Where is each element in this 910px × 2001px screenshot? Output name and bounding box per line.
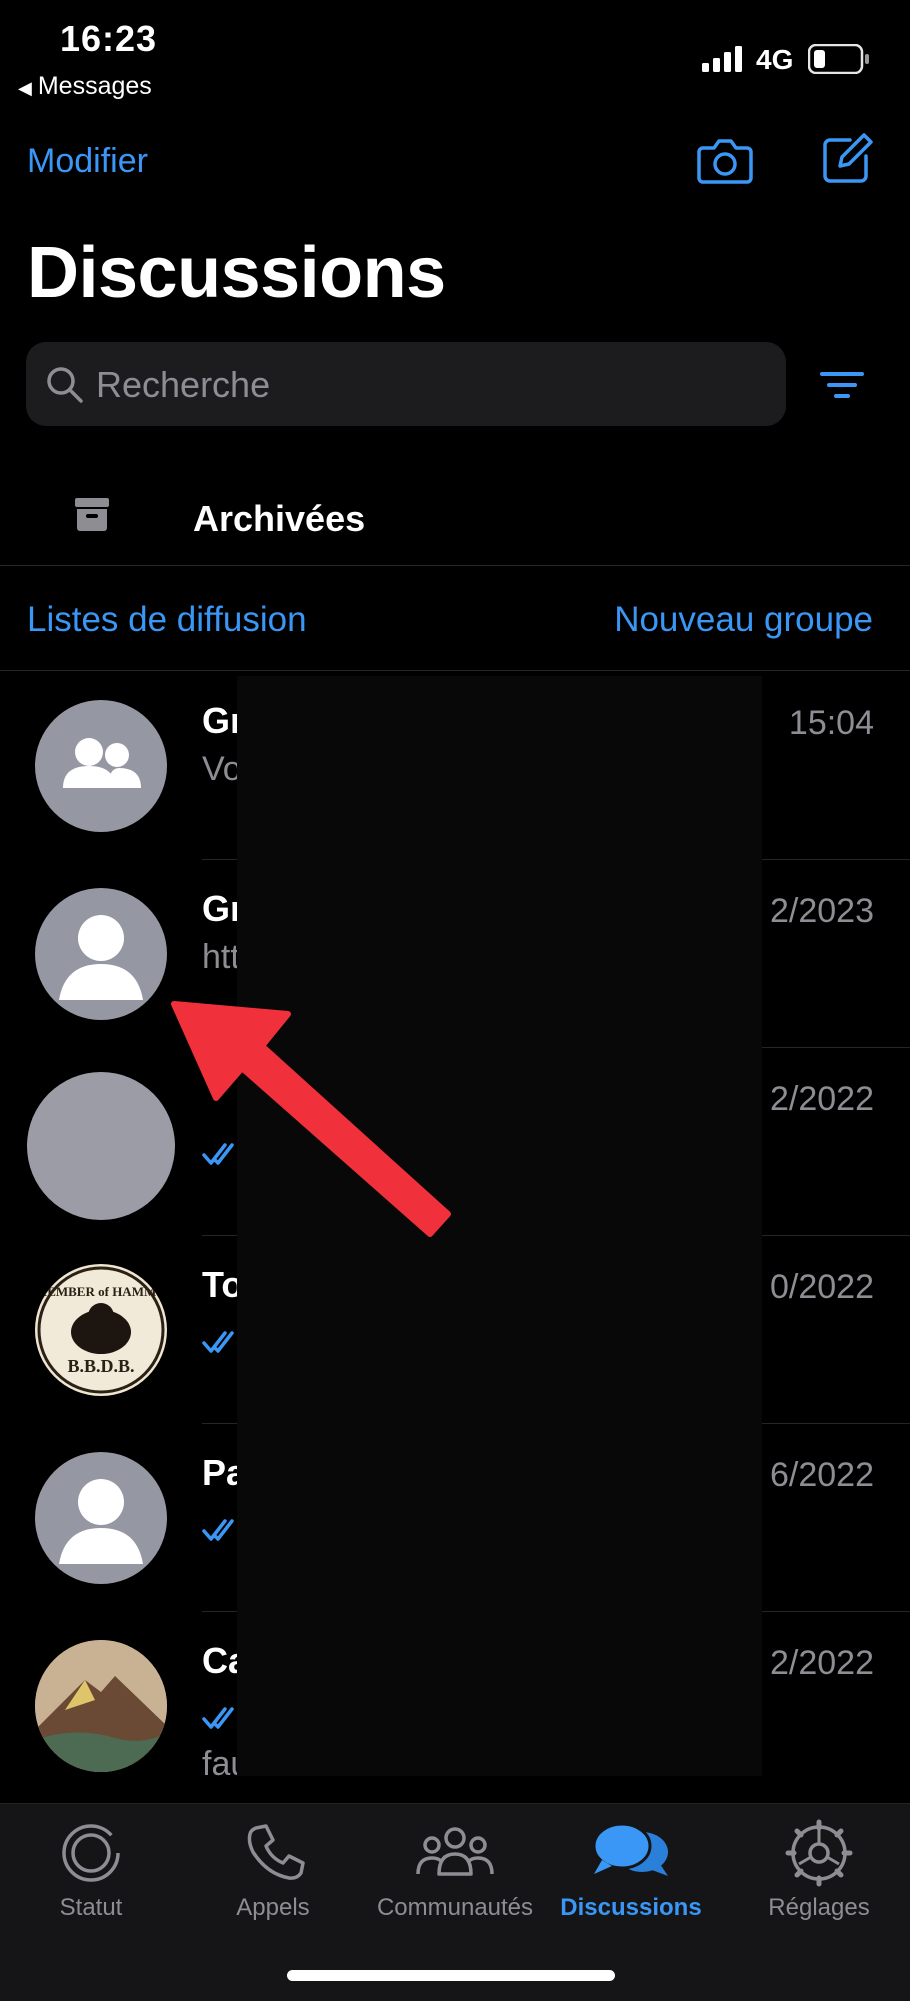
bbdb-badge-image: MEMBER of HAMM'S B.B.D.B.	[35, 1264, 167, 1396]
search-input[interactable]	[94, 358, 758, 412]
signal-icon	[702, 46, 742, 72]
landscape-image	[35, 1640, 167, 1772]
group-avatar-icon	[35, 700, 167, 832]
search-icon	[47, 367, 83, 403]
edit-button[interactable]: Modifier	[27, 142, 148, 181]
tab-communities[interactable]: Communautés	[364, 1818, 546, 1922]
tab-calls-label: Appels	[236, 1894, 310, 1921]
page-title: Discussions	[27, 233, 446, 313]
filter-icon[interactable]	[820, 370, 864, 400]
archived-label: Archivées	[193, 498, 366, 539]
status-time: 16:23	[60, 18, 158, 59]
tab-communities-label: Communautés	[376, 1894, 534, 1921]
tab-settings-label: Réglages	[768, 1894, 870, 1921]
battery-icon	[808, 44, 869, 74]
chat-preview: Vo	[202, 750, 242, 788]
chat-time: 0/2022	[770, 1268, 874, 1306]
chat-time: 15:04	[788, 704, 874, 742]
compose-icon[interactable]	[820, 130, 876, 186]
chat-time: 2/2023	[770, 892, 874, 930]
read-ticks-icon	[202, 1519, 234, 1541]
red-arrow-annotation	[171, 1001, 451, 1237]
home-indicator[interactable]	[287, 1970, 615, 1981]
chats-icon	[592, 1822, 668, 1876]
back-app-label: Messages	[37, 72, 152, 100]
archived-row[interactable]: Archivées	[0, 470, 910, 565]
network-type: 4G	[756, 44, 794, 75]
tab-calls[interactable]: Appels	[182, 1818, 364, 1922]
svg-text:B.B.D.B.: B.B.D.B.	[67, 1356, 134, 1376]
blank-avatar	[27, 1072, 175, 1220]
chat-time: 6/2022	[770, 1456, 874, 1494]
archive-box-icon	[75, 498, 109, 531]
divider	[0, 670, 910, 671]
broadcast-lists-link[interactable]: Listes de diffusion	[27, 600, 307, 640]
tab-status[interactable]: Statut	[0, 1818, 182, 1922]
back-to-app-link[interactable]: ◀ Messages	[18, 72, 152, 101]
back-triangle-icon: ◀	[18, 78, 32, 98]
tab-status-label: Statut	[59, 1894, 123, 1921]
settings-icon	[785, 1819, 853, 1887]
person-avatar-icon	[35, 888, 167, 1020]
search-bar[interactable]	[26, 342, 786, 426]
read-ticks-icon	[202, 1331, 234, 1353]
chat-time: 2/2022	[770, 1080, 874, 1118]
camera-icon[interactable]	[697, 134, 753, 186]
chat-time: 2/2022	[770, 1644, 874, 1682]
person-avatar-icon	[35, 1452, 167, 1584]
tab-chats-label: Discussions	[560, 1894, 702, 1921]
chat-preview: htt	[202, 938, 240, 976]
read-ticks-icon	[202, 1707, 234, 1729]
tab-settings[interactable]: Réglages	[728, 1818, 910, 1922]
divider	[0, 565, 910, 566]
phone-icon	[247, 1824, 305, 1880]
svg-text:MEMBER of HAMM'S: MEMBER of HAMM'S	[35, 1284, 167, 1299]
communities-icon	[416, 1827, 494, 1876]
status-icon	[62, 1824, 120, 1882]
new-group-link[interactable]: Nouveau groupe	[614, 600, 873, 640]
tab-chats[interactable]: Discussions	[540, 1818, 722, 1922]
